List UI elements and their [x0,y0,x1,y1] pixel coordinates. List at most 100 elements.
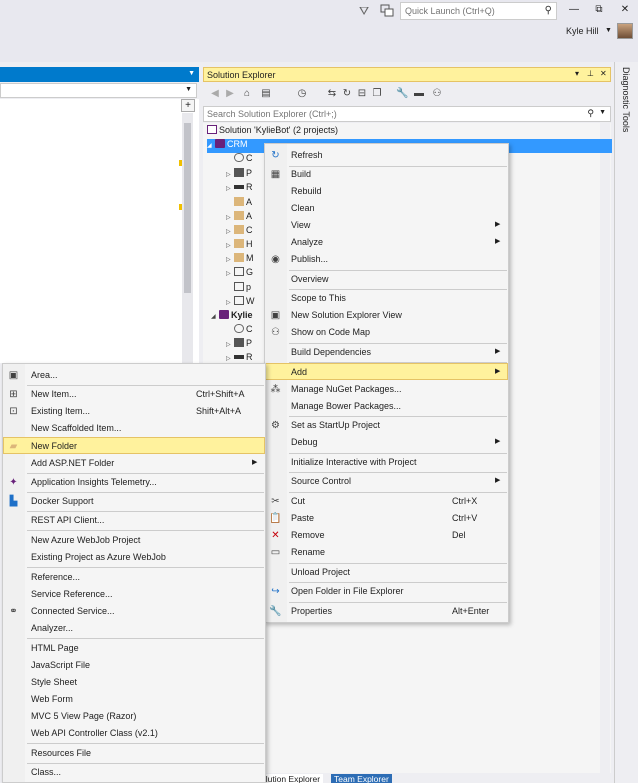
expand-icon[interactable]: ▷ [226,341,234,348]
menu-item-open-folder[interactable]: ↪ Open Folder in File Explorer [265,583,508,600]
menu-item-manage-nuget[interactable]: ⁂ Manage NuGet Packages... [265,381,508,398]
pin-icon[interactable]: ⊥ [587,69,594,78]
menu-item-initialize-interactive[interactable]: Initialize Interactive with Project [265,454,508,471]
menu-item-debug[interactable]: Debug ▶ [265,434,508,451]
forward-icon[interactable]: ▶ [224,88,236,100]
quick-launch-input[interactable] [401,3,536,19]
code-editor[interactable] [0,99,199,363]
menu-item-analyze[interactable]: Analyze ▶ [265,234,508,251]
menu-item-web-form[interactable]: Web Form [3,691,265,708]
diagnostic-tools-tab[interactable]: Diagnostic Tools [614,62,638,783]
expand-icon[interactable]: ▷ [226,214,234,221]
menu-item-app-insights[interactable]: ✦ Application Insights Telemetry... [3,474,265,491]
menu-item-add[interactable]: Add ▶ [265,363,508,380]
tab-solution-explorer[interactable]: olution Explorer [258,774,324,783]
menu-item-class[interactable]: Class... [3,764,265,781]
add-button[interactable]: + [181,99,195,112]
expand-icon[interactable]: ▷ [226,270,234,277]
menu-item-properties[interactable]: 🔧 Properties Alt+Enter [265,603,508,620]
show-all-files-icon[interactable]: ❐ [371,88,383,100]
menu-item-reference[interactable]: Reference... [3,569,265,586]
menu-item-manage-bower[interactable]: Manage Bower Packages... [265,398,508,415]
menu-item-unload-project[interactable]: Unload Project [265,564,508,581]
menu-item-web-api-controller[interactable]: Web API Controller Class (v2.1) [3,725,265,742]
tree-item[interactable]: p [234,282,251,296]
menu-item-build[interactable]: ▦ Build [265,166,508,183]
menu-item-existing-azure-webjob[interactable]: Existing Project as Azure WebJob [3,549,265,566]
menu-item-analyzer[interactable]: Analyzer... [3,620,265,637]
navigation-dropdown[interactable]: ▼ [0,83,197,98]
tree-item[interactable]: ▷ R [226,182,253,196]
menu-item-rest-api-client[interactable]: REST API Client... [3,512,265,529]
menu-item-build-dependencies[interactable]: Build Dependencies ▶ [265,344,508,361]
menu-item-remove[interactable]: ✕ Remove Del [265,527,508,544]
close-button[interactable]: ✕ [616,4,634,18]
search-input[interactable] [204,107,584,121]
tree-item-solution[interactable]: Solution 'KylieBot' (2 projects) [207,125,600,139]
switch-views-icon[interactable]: ▤ [260,88,272,100]
expand-icon[interactable]: ▷ [226,171,234,178]
menu-item-style-sheet[interactable]: Style Sheet [3,674,265,691]
expand-icon[interactable]: ◢ [211,313,219,320]
tree-item[interactable]: ▷ W [226,296,255,310]
avatar[interactable] [617,23,633,39]
menu-item-overview[interactable]: Overview [265,271,508,288]
tab-team-explorer[interactable]: Team Explorer [331,774,392,783]
menu-item-new-solution-explorer-view[interactable]: ▣ New Solution Explorer View [265,307,508,324]
menu-item-clean[interactable]: Clean [265,200,508,217]
menu-item-javascript-file[interactable]: JavaScript File [3,657,265,674]
menu-item-rebuild[interactable]: Rebuild [265,183,508,200]
menu-item-new-azure-webjob[interactable]: New Azure WebJob Project [3,532,265,549]
tree-item[interactable]: ▷ C [226,225,253,239]
tree-item[interactable]: A [234,197,252,211]
menu-item-connected-service[interactable]: ⚭ Connected Service... [3,603,265,620]
sync-icon[interactable]: ⇆ [326,88,338,100]
tree-item-project-kyliebot[interactable]: ◢ Kylie [211,310,253,324]
menu-item-new-folder[interactable]: ▰ New Folder [3,437,265,454]
menu-item-add-aspnet-folder[interactable]: Add ASP.NET Folder ▶ [3,455,265,472]
expand-icon[interactable]: ▷ [226,355,234,362]
expand-icon[interactable]: ▷ [226,228,234,235]
tree-item[interactable]: ▷ P [226,338,252,352]
menu-item-resources-file[interactable]: Resources File [3,745,265,762]
menu-item-new-item[interactable]: ⊞ New Item... Ctrl+Shift+A [3,386,265,403]
filter-icon[interactable]: ⛛ [357,4,371,18]
preview-icon[interactable]: ▬ [413,88,425,100]
expand-icon[interactable]: ▷ [226,299,234,306]
tree-item[interactable]: ▷ H [226,239,253,253]
menu-item-source-control[interactable]: Source Control ▶ [265,473,508,490]
search-icon[interactable]: ⚲ [587,108,594,119]
collapse-all-icon[interactable]: ⊟ [356,88,368,100]
chevron-down-icon[interactable]: ▼ [605,27,612,34]
menu-item-refresh[interactable]: ↻ Refresh [265,147,508,164]
tree-item[interactable]: ▷ P [226,168,252,182]
pending-changes-icon[interactable]: ◷ [296,88,308,100]
menu-item-new-scaffolded-item[interactable]: New Scaffolded Item... [3,420,265,437]
menu-item-html-page[interactable]: HTML Page [3,640,265,657]
user-name[interactable]: Kyle Hill [566,26,599,36]
menu-item-set-startup[interactable]: ⚙ Set as StartUp Project [265,417,508,434]
menu-item-cut[interactable]: ✂ Cut Ctrl+X [265,493,508,510]
chevron-down-icon[interactable]: ▾ [575,69,579,78]
scrollbar-thumb[interactable] [184,123,191,293]
tree-item[interactable]: C [226,324,253,338]
tree-item[interactable]: ▷ A [226,211,252,225]
menu-item-show-on-code-map[interactable]: ⚇ Show on Code Map [265,324,508,341]
close-icon[interactable]: ✕ [600,69,607,78]
properties-icon[interactable]: 🔧 [396,88,408,100]
chevron-down-icon[interactable]: ▼ [599,109,606,116]
menu-item-paste[interactable]: 📋 Paste Ctrl+V [265,510,508,527]
menu-item-rename[interactable]: ▭ Rename [265,544,508,561]
menu-item-mvc5-view-page[interactable]: MVC 5 View Page (Razor) [3,708,265,725]
expand-icon[interactable]: ▷ [226,185,234,192]
quick-launch[interactable]: ⚲ [400,2,557,20]
menu-item-existing-item[interactable]: ⊡ Existing Item... Shift+Alt+A [3,403,265,420]
editor-scrollbar[interactable] [182,113,193,363]
back-icon[interactable]: ◀ [209,88,221,100]
tree-scrollbar[interactable] [600,123,610,773]
menu-item-scope-to-this[interactable]: Scope to This [265,290,508,307]
solution-explorer-search[interactable]: ⚲ ▼ [203,106,611,122]
maximize-button[interactable]: ⧉ [590,4,608,18]
minimize-button[interactable]: — [565,4,583,18]
menu-item-docker-support[interactable]: ▙ Docker Support [3,493,265,510]
